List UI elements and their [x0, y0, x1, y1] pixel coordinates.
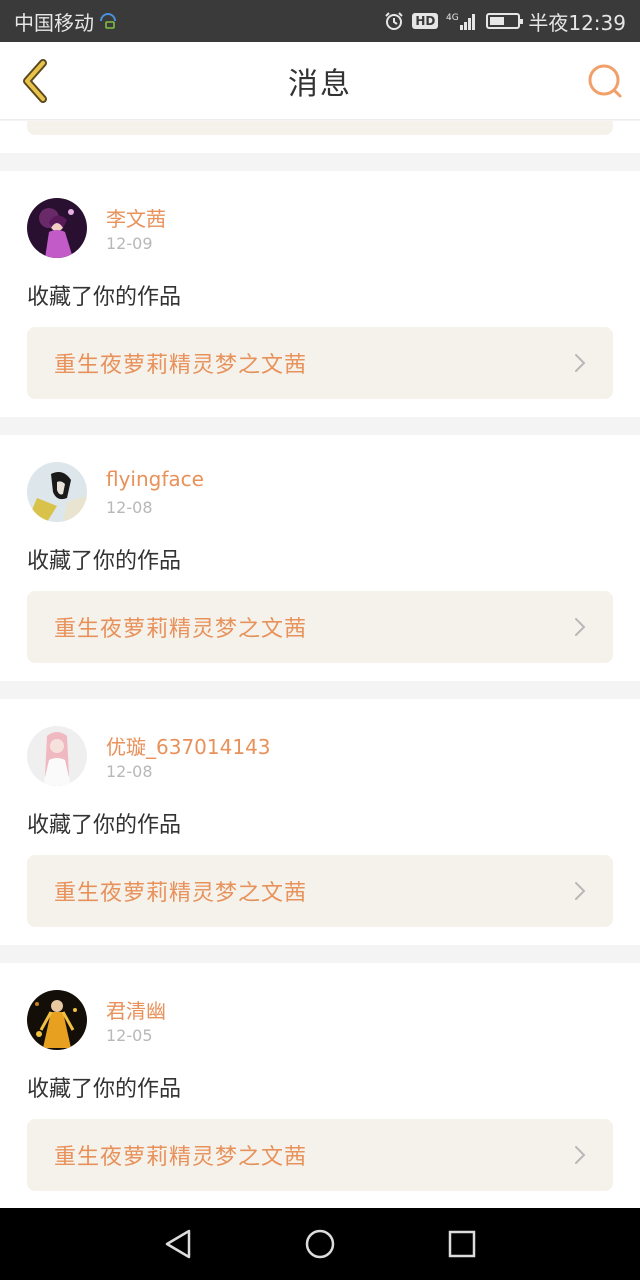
avatar[interactable]	[27, 726, 87, 786]
message-card: 君清幽 12-05 收藏了你的作品 重生夜萝莉精灵梦之文茜	[0, 963, 640, 1208]
status-bar: 中国移动 HD 4G 半夜12:39	[0, 0, 640, 42]
hd-badge: HD	[412, 13, 439, 29]
nav-recents-button[interactable]	[444, 1226, 480, 1262]
username[interactable]: 李文茜	[106, 203, 166, 232]
system-nav-bar	[0, 1208, 640, 1280]
message-date: 12-09	[106, 234, 153, 253]
message-card: 优璇_637014143 12-08 收藏了你的作品 重生夜萝莉精灵梦之文茜	[0, 699, 640, 945]
chevron-right-icon	[575, 354, 586, 372]
chevron-right-icon	[575, 882, 586, 900]
battery-icon	[486, 13, 524, 29]
message-date: 12-08	[106, 498, 153, 517]
work-title: 重生夜萝莉精灵梦之文茜	[54, 617, 308, 642]
alarm-icon	[384, 11, 404, 31]
action-text: 收藏了你的作品	[27, 285, 182, 310]
back-button[interactable]	[14, 58, 54, 104]
work-link[interactable]: 重生夜萝莉精灵梦之文茜	[27, 1119, 613, 1191]
message-card: 李文茜 12-09 收藏了你的作品 重生夜萝莉精灵梦之文茜	[0, 171, 640, 417]
nav-recents-icon	[448, 1230, 476, 1258]
username[interactable]: flyingface	[106, 467, 204, 491]
action-text: 收藏了你的作品	[27, 549, 182, 574]
work-title: 重生夜萝莉精灵梦之文茜	[54, 353, 308, 378]
avatar[interactable]	[27, 990, 87, 1050]
svg-text:4G: 4G	[446, 13, 459, 23]
partial-card	[0, 121, 640, 153]
chevron-right-icon	[575, 1146, 586, 1164]
message-date: 12-05	[106, 1026, 153, 1045]
work-title: 重生夜萝莉精灵梦之文茜	[54, 881, 308, 906]
page-title: 消息	[288, 66, 352, 102]
username[interactable]: 优璇_637014143	[106, 731, 271, 760]
work-link[interactable]: 重生夜萝莉精灵梦之文茜	[27, 591, 613, 663]
work-link[interactable]: 重生夜萝莉精灵梦之文茜	[27, 327, 613, 399]
back-chevron-icon	[23, 59, 47, 103]
action-text: 收藏了你的作品	[27, 813, 182, 838]
nav-back-icon	[165, 1229, 191, 1259]
search-button[interactable]	[586, 62, 624, 100]
nav-home-icon	[305, 1229, 335, 1259]
search-icon	[588, 64, 622, 98]
avatar[interactable]	[27, 462, 87, 522]
wifi-sync-icon	[98, 11, 118, 31]
app-header: 消息	[0, 42, 640, 120]
status-left: 中国移动	[14, 7, 118, 36]
signal-icon: 4G	[446, 11, 478, 31]
chevron-right-icon	[575, 618, 586, 636]
message-card: flyingface 12-08 收藏了你的作品 重生夜萝莉精灵梦之文茜	[0, 435, 640, 681]
action-text: 收藏了你的作品	[27, 1077, 182, 1102]
avatar[interactable]	[27, 198, 87, 258]
partial-work-link[interactable]	[27, 121, 613, 135]
nav-back-button[interactable]	[160, 1226, 196, 1262]
work-link[interactable]: 重生夜萝莉精灵梦之文茜	[27, 855, 613, 927]
status-right: HD 4G 半夜12:39	[384, 7, 626, 36]
username[interactable]: 君清幽	[106, 995, 166, 1024]
work-title: 重生夜萝莉精灵梦之文茜	[54, 1145, 308, 1170]
message-list[interactable]: 李文茜 12-09 收藏了你的作品 重生夜萝莉精灵梦之文茜 flyingface…	[0, 121, 640, 1208]
nav-home-button[interactable]	[302, 1226, 338, 1262]
clock-label: 半夜12:39	[528, 10, 626, 35]
carrier-label: 中国移动	[14, 10, 94, 35]
message-date: 12-08	[106, 762, 153, 781]
